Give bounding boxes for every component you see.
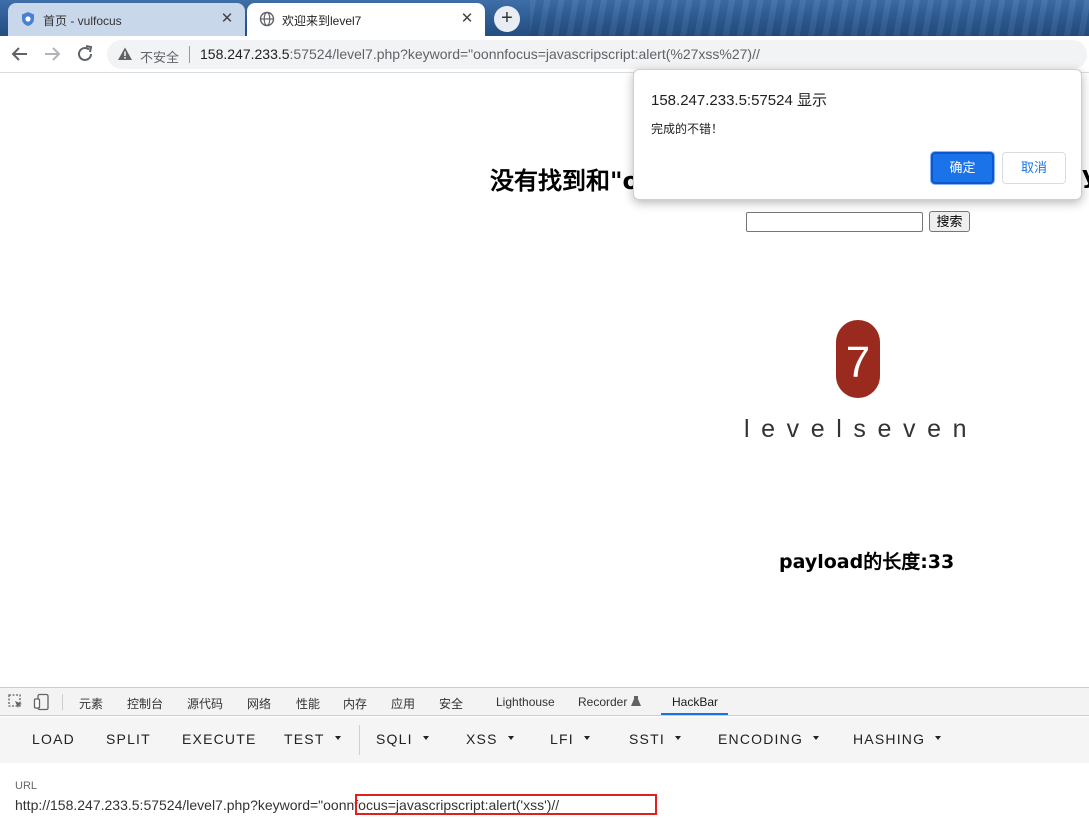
alert-title: 158.247.233.5:57524 显示 — [651, 92, 827, 109]
button-label: TEST — [284, 731, 325, 747]
browser-toolbar: 不安全 158.247.233.5:57524/level7.php?keywo… — [0, 36, 1089, 73]
warning-icon[interactable] — [117, 46, 133, 62]
forward-arrow-icon[interactable] — [40, 42, 64, 66]
caret-down-icon — [583, 736, 590, 741]
caret-down-icon — [422, 736, 429, 741]
tab-lighthouse[interactable]: Lighthouse — [496, 695, 555, 709]
tab-hackbar[interactable]: HackBar — [672, 695, 718, 709]
button-label: LFI — [550, 731, 574, 747]
active-tab-indicator — [661, 713, 728, 715]
tab-strip: 首页 - vulfocus ✕ 欢迎来到level7 ✕ + — [0, 0, 1089, 36]
shield-icon — [22, 12, 34, 26]
reload-icon[interactable] — [73, 42, 97, 66]
url-field-label: URL — [15, 780, 38, 792]
back-arrow-icon[interactable] — [8, 42, 32, 66]
globe-icon — [259, 11, 275, 27]
tab-memory[interactable]: 内存 — [343, 695, 367, 712]
devtools-divider — [62, 694, 63, 710]
button-label: EXECUTE — [182, 731, 257, 747]
caret-down-icon — [674, 736, 681, 741]
logo-digit: 7 — [846, 338, 870, 387]
toolbar-divider — [359, 725, 360, 755]
address-divider — [189, 46, 190, 63]
security-label[interactable]: 不安全 — [140, 47, 179, 66]
tab-vulfocus[interactable]: 首页 - vulfocus ✕ — [8, 3, 245, 36]
url-host: 158.247.233.5 — [200, 46, 290, 62]
new-tab-button[interactable]: + — [494, 6, 520, 32]
caret-down-icon — [334, 736, 341, 741]
tab-recorder[interactable]: Recorder — [578, 695, 627, 709]
button-label: ENCODING — [718, 731, 804, 747]
close-icon[interactable]: ✕ — [217, 9, 237, 29]
hackbar-toolbar: LOAD SPLIT EXECUTE TEST SQLI XSS LFI SST… — [0, 717, 1089, 763]
execute-button[interactable]: EXECUTE — [182, 731, 257, 747]
close-icon[interactable]: ✕ — [457, 9, 477, 29]
button-label: SPLIT — [106, 731, 151, 747]
cancel-button[interactable]: 取消 — [1002, 152, 1066, 184]
tab-strip-background — [530, 0, 1089, 36]
tab-title: 欢迎来到level7 — [282, 14, 362, 28]
encoding-dropdown[interactable]: ENCODING — [718, 731, 820, 747]
button-label: HASHING — [853, 731, 926, 747]
logo-text: levelseven — [744, 415, 979, 443]
tab-elements[interactable]: 元素 — [79, 695, 103, 712]
devtools-panel: 元素 控制台 源代码 网络 性能 内存 应用 安全 Lighthouse Rec… — [0, 687, 1089, 818]
highlight-box — [355, 794, 657, 815]
tab-console[interactable]: 控制台 — [127, 695, 163, 712]
alert-message: 完成的不错！ — [651, 122, 724, 136]
button-label: SQLI — [376, 731, 413, 747]
inspect-element-icon[interactable] — [7, 693, 25, 711]
tab-sources[interactable]: 源代码 — [187, 695, 223, 712]
tab-title: 首页 - vulfocus — [43, 14, 122, 28]
button-label: LOAD — [32, 731, 75, 747]
search-button[interactable]: 搜索 — [929, 211, 970, 232]
page-heading: 没有找到和"o — [490, 167, 639, 195]
address-bar[interactable]: 不安全 158.247.233.5:57524/level7.php?keywo… — [107, 40, 1087, 69]
flask-icon — [631, 696, 641, 706]
xss-dropdown[interactable]: XSS — [466, 731, 514, 747]
caret-down-icon — [935, 736, 942, 741]
level-seven-logo-icon: 7 — [836, 320, 880, 398]
url-path: :57524/level7.php?keyword="oonnfocus=jav… — [289, 46, 760, 62]
page-heading-tail: y — [1082, 161, 1089, 189]
tab-application[interactable]: 应用 — [391, 695, 415, 712]
tab-performance[interactable]: 性能 — [296, 695, 320, 712]
caret-down-icon — [507, 736, 514, 741]
device-toolbar-icon[interactable] — [33, 693, 51, 711]
button-label: SSTI — [629, 731, 665, 747]
tab-security[interactable]: 安全 — [439, 695, 463, 712]
ssti-dropdown[interactable]: SSTI — [629, 731, 681, 747]
confirm-button[interactable]: 确定 — [931, 152, 994, 184]
devtools-tab-bar: 元素 控制台 源代码 网络 性能 内存 应用 安全 Lighthouse Rec… — [0, 688, 1089, 716]
test-dropdown[interactable]: TEST — [284, 731, 341, 747]
tab-network[interactable]: 网络 — [247, 695, 271, 712]
sqli-dropdown[interactable]: SQLI — [376, 731, 429, 747]
caret-down-icon — [813, 736, 820, 741]
address-url[interactable]: 158.247.233.5:57524/level7.php?keyword="… — [200, 46, 760, 62]
hashing-dropdown[interactable]: HASHING — [853, 731, 942, 747]
button-label: XSS — [466, 731, 498, 747]
lfi-dropdown[interactable]: LFI — [550, 731, 590, 747]
alert-dialog: 158.247.233.5:57524 显示 完成的不错！ 确定 取消 — [633, 69, 1082, 200]
tab-level7[interactable]: 欢迎来到level7 ✕ — [247, 3, 485, 36]
search-input[interactable] — [746, 212, 923, 232]
payload-length: payload的长度:33 — [779, 551, 955, 573]
split-button[interactable]: SPLIT — [106, 731, 151, 747]
load-button[interactable]: LOAD — [32, 731, 75, 747]
